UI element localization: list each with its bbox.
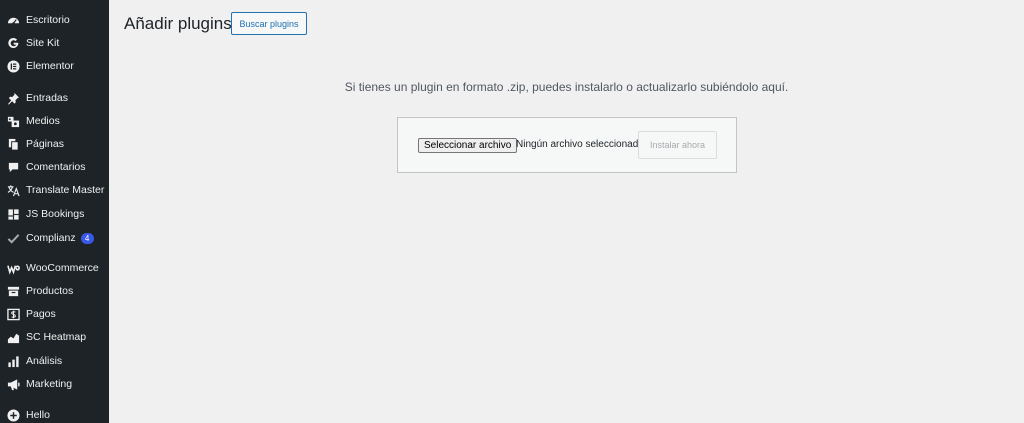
sidebar-item-label: Site Kit [26, 37, 60, 49]
translate-icon [6, 183, 20, 197]
sidebar-item-analisis[interactable]: Análisis [0, 350, 109, 372]
main-content: Añadir plugins Buscar plugins Si tienes … [109, 0, 1024, 423]
megaphone-icon [6, 377, 20, 391]
sidebar-item-label: Escritorio [26, 14, 70, 26]
sidebar-item-label: Hello [26, 409, 50, 421]
google-g-icon [6, 36, 20, 50]
sidebar-item-productos[interactable]: Productos [0, 280, 109, 302]
sidebar-item-marketing[interactable]: Marketing [0, 373, 109, 395]
page-title: Añadir plugins [124, 14, 232, 33]
elementor-icon [6, 59, 20, 73]
checkmark-icon [6, 231, 20, 245]
area-chart-icon [6, 330, 20, 344]
choose-file-button[interactable]: Seleccionar archivo [418, 138, 518, 153]
dollar-icon [6, 307, 20, 321]
sidebar-item-hello[interactable]: Hello [0, 404, 109, 423]
comment-icon [6, 160, 20, 174]
sidebar-item-label: Marketing [26, 378, 73, 390]
sidebar-item-label: Comentarios [26, 161, 86, 173]
sidebar-item-elementor[interactable]: Elementor [0, 55, 109, 77]
grid-icon [6, 207, 20, 221]
notification-badge: 4 [80, 232, 94, 244]
sidebar-item-label: Complianz [26, 232, 76, 244]
admin-sidebar: Escritorio Site Kit Elementor Entradas M [0, 0, 109, 423]
sidebar-item-label: Medios [26, 115, 60, 127]
media-icon [6, 114, 20, 128]
sidebar-item-label: Páginas [26, 138, 64, 150]
woocommerce-icon [6, 261, 20, 275]
sidebar-item-label: Entradas [26, 92, 69, 104]
sidebar-item-paginas[interactable]: Páginas [0, 133, 109, 155]
bar-chart-icon [6, 354, 20, 368]
sidebar-item-sc-heatmap[interactable]: SC Heatmap [0, 326, 109, 348]
sidebar-item-label: Pagos [26, 308, 56, 320]
sidebar-item-entradas[interactable]: Entradas [0, 87, 109, 109]
sidebar-item-site-kit[interactable]: Site Kit [0, 32, 109, 54]
sidebar-item-escritorio[interactable]: Escritorio [0, 9, 109, 31]
file-status-text: Ningún archivo seleccionado [516, 139, 644, 150]
sidebar-item-label: Análisis [26, 355, 63, 367]
sidebar-item-label: Productos [26, 285, 74, 297]
sidebar-item-label: WooCommerce [26, 262, 99, 274]
sidebar-item-comentarios[interactable]: Comentarios [0, 156, 109, 178]
archive-box-icon [6, 284, 20, 298]
sidebar-item-label: SC Heatmap [26, 331, 87, 343]
browse-plugins-button[interactable]: Buscar plugins [231, 12, 307, 35]
sidebar-item-woocommerce[interactable]: WooCommerce [0, 257, 109, 279]
sidebar-item-translate-master[interactable]: Translate Master [0, 179, 109, 201]
pin-icon [6, 91, 20, 105]
install-now-button[interactable]: Instalar ahora [638, 131, 717, 159]
sidebar-item-label: Translate Master [26, 184, 105, 196]
dashboard-icon [6, 13, 20, 27]
sidebar-item-label: Elementor [26, 60, 74, 72]
plugin-upload-form: Seleccionar archivo Ningún archivo selec… [397, 117, 737, 173]
sidebar-item-pagos[interactable]: Pagos [0, 303, 109, 325]
upload-help-text: Si tienes un plugin en formato .zip, pue… [344, 80, 789, 94]
sidebar-item-js-bookings[interactable]: JS Bookings [0, 203, 109, 225]
pages-icon [6, 137, 20, 151]
sidebar-item-medios[interactable]: Medios [0, 110, 109, 132]
plus-circle-icon [6, 408, 20, 422]
sidebar-item-label: JS Bookings [26, 208, 85, 220]
sidebar-item-complianz[interactable]: Complianz 4 [0, 227, 109, 249]
app-window: Escritorio Site Kit Elementor Entradas M [0, 0, 1024, 423]
